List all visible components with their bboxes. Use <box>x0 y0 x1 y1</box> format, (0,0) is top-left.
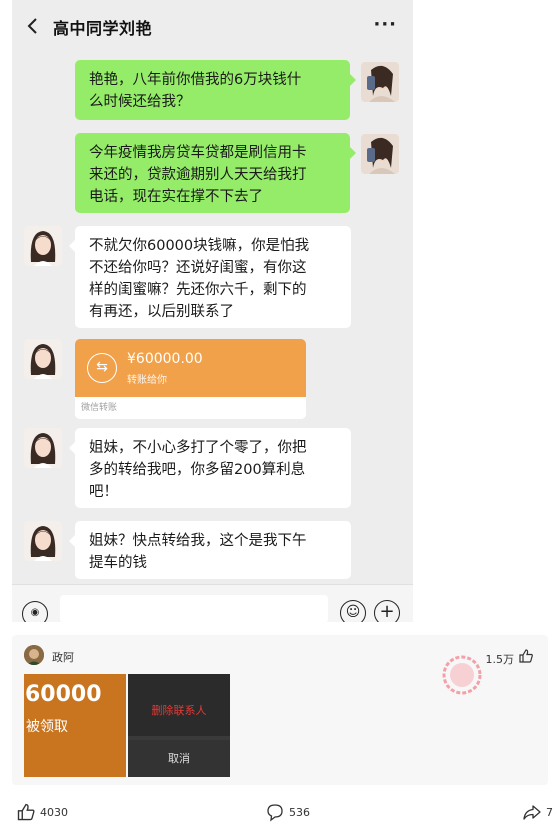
commenter-name[interactable]: 政阿 <box>52 649 74 665</box>
comment-action[interactable]: 536 <box>265 800 310 824</box>
transfer-card-body: ⇆ ¥60000.00 转账给你 <box>75 339 306 397</box>
contact-avatar[interactable] <box>24 428 62 468</box>
message-line: 不还给你吗？还说好闺蜜，有你这 <box>89 260 307 276</box>
message-line: 姐妹？快点转给我，这个是我下午 <box>89 533 307 549</box>
delete-contact-option: 删除联系人 <box>128 674 230 736</box>
transfer-footer: 微信转账 <box>75 397 306 419</box>
like-count: 4030 <box>40 805 68 819</box>
more-options-icon[interactable]: ··· <box>373 14 397 35</box>
commenter-avatar[interactable] <box>24 645 44 665</box>
contact-avatar[interactable] <box>24 521 62 561</box>
message-line: 姐妹，不小心多打了个零了，你把 <box>89 440 307 456</box>
message-line: 提车的钱 <box>89 555 147 571</box>
transfer-arrows-icon: ⇆ <box>87 353 117 383</box>
chat-input-bar: ◉ ☺ + <box>12 584 413 622</box>
my-avatar[interactable] <box>361 134 399 174</box>
emoji-icon[interactable]: ☺ <box>340 600 366 622</box>
back-arrow-icon[interactable] <box>26 17 40 35</box>
transfer-amount: ¥60000.00 <box>127 351 203 367</box>
share-arrow-icon <box>523 805 541 820</box>
share-count: 7 <box>546 805 553 819</box>
my-avatar[interactable] <box>361 62 399 102</box>
message-line: 多的转给我吧，你多留200算利息 <box>89 462 306 478</box>
transfer-subtitle: 转账给你 <box>127 375 167 386</box>
message-input[interactable] <box>60 595 328 622</box>
chat-screenshot: 高中同学刘艳 ··· 艳艳，八年前你借我的6万块钱什 么时候还给我？ 今年疫情我… <box>12 0 413 622</box>
message-line: 不就欠你60000块钱嘛，你是怕我 <box>89 238 310 254</box>
comment-image-amount[interactable]: 60000 被领取 <box>24 674 126 777</box>
message-line: 来还的，贷款逾期别人天天给我打 <box>89 167 307 183</box>
message-bubble-sent[interactable]: 今年疫情我房贷车贷都是刷信用卡 来还的，贷款逾期别人天天给我打 电话，现在实在撑… <box>75 133 356 213</box>
share-action[interactable]: 7 <box>522 800 553 824</box>
comment-like-count: 1.5万 <box>485 653 515 666</box>
message-line: 么时候还给我？ <box>89 94 191 110</box>
message-line: 有再还，以后别联系了 <box>89 304 234 320</box>
thumbs-up-icon[interactable] <box>518 648 534 664</box>
message-line: 吧！ <box>89 484 118 500</box>
contact-avatar[interactable] <box>24 339 62 379</box>
message-line: 今年疫情我房贷车贷都是刷信用卡 <box>89 145 307 161</box>
message-line: 电话，现在实在撑不下去了 <box>89 189 263 205</box>
thumbs-up-icon <box>17 803 35 821</box>
message-bubble-received[interactable]: 不就欠你60000块钱嘛，你是怕我 不还给你吗？还说好闺蜜，有你这 样的闺蜜嘛？… <box>69 226 351 328</box>
message-line: 艳艳，八年前你借我的6万块钱什 <box>89 72 302 88</box>
chat-title: 高中同学刘艳 <box>53 19 153 38</box>
chat-header: 高中同学刘艳 ··· <box>12 0 413 52</box>
transfer-card[interactable]: ⇆ ¥60000.00 转账给你 微信转账 <box>75 339 306 419</box>
voice-input-icon[interactable]: ◉ <box>22 601 48 622</box>
image-amount-text: 60000 <box>25 682 102 707</box>
message-bubble-sent[interactable]: 艳艳，八年前你借我的6万块钱什 么时候还给我？ <box>75 60 356 120</box>
contact-avatar[interactable] <box>24 226 62 266</box>
message-bubble-received[interactable]: 姐妹，不小心多打了个零了，你把 多的转给我吧，你多留200算利息 吧！ <box>69 428 351 508</box>
comment-bubble-icon <box>267 804 283 822</box>
cancel-option: 取消 <box>128 740 230 777</box>
comment-image-menu[interactable]: 删除联系人 取消 <box>128 674 230 777</box>
message-bubble-received[interactable]: 姐妹？快点转给我，这个是我下午 提车的钱 <box>69 521 351 579</box>
comment-card: 政阿 1.5万 60000 被领取 删除联系人 取消 <box>12 635 548 785</box>
comment-count: 536 <box>289 805 310 819</box>
message-line: 样的闺蜜嘛？先还你六千，剩下的 <box>89 282 307 298</box>
image-claimed-text: 被领取 <box>26 719 68 735</box>
like-action[interactable]: 4030 <box>16 800 68 824</box>
plus-icon[interactable]: + <box>374 600 400 622</box>
stamp-watermark-icon <box>442 655 482 695</box>
